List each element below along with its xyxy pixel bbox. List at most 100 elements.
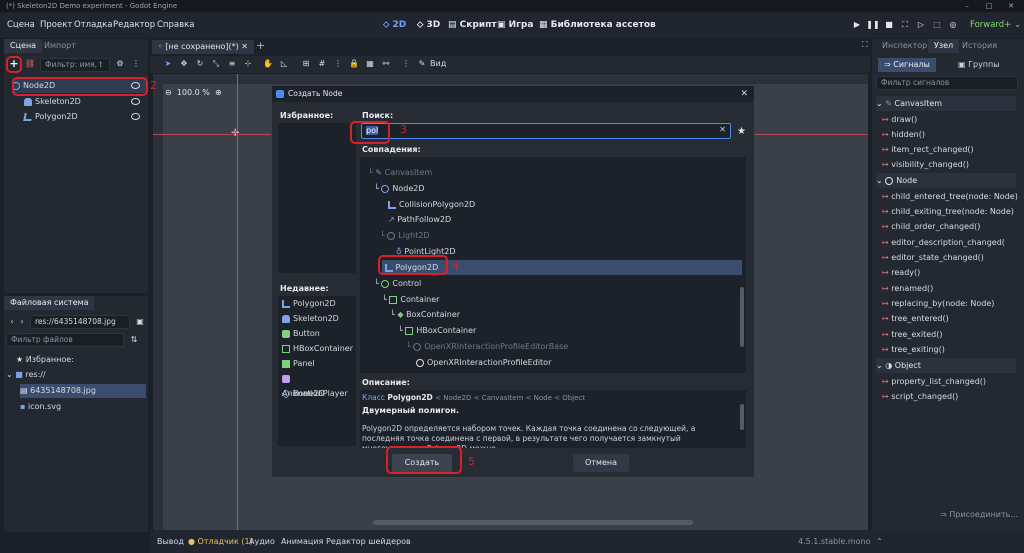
result-row[interactable]: └ ◆ BoxContainer <box>390 307 460 322</box>
connect-button[interactable]: ⇒ Присоединить... <box>872 505 1024 525</box>
tab-audio[interactable]: Аудио <box>249 530 275 553</box>
tab-history[interactable]: История <box>956 39 1003 53</box>
tab-animation[interactable]: Анимация <box>281 530 323 553</box>
scene-node-polygon2d[interactable]: Polygon2D <box>23 110 146 124</box>
favorites-row[interactable]: ★ Избранное: <box>16 353 74 367</box>
scene-node-skeleton2d[interactable]: Skeleton2D <box>24 95 146 109</box>
signal-item[interactable]: ↦ child_exiting_tree(node: Node) <box>882 204 1014 219</box>
distraction-free-icon[interactable]: ⛶ <box>862 40 868 50</box>
zoom-out-icon[interactable]: ⊖ <box>165 88 172 97</box>
renderer-select[interactable]: Forward+ ⌄ <box>970 12 1021 38</box>
scene-menu-icon[interactable]: ⋮ <box>130 58 142 70</box>
tab-inspector[interactable]: Инспектор <box>876 39 933 53</box>
menu-debug[interactable]: Отладка <box>74 12 113 38</box>
signal-item[interactable]: ↦ editor_description_changed( <box>882 235 1005 250</box>
scene-tab-current[interactable]: ◦ [не сохранено](*) ✕ <box>152 40 254 54</box>
pan-mode-icon[interactable]: ✋ <box>262 58 274 70</box>
split-mode-icon[interactable]: ▣ <box>134 316 146 328</box>
move-mode-icon[interactable]: ✥ <box>178 58 190 70</box>
sort-icon[interactable]: ⇅ <box>128 334 140 346</box>
signal-item[interactable]: ↦ child_entered_tree(node: Node) <box>882 189 1018 204</box>
search-input[interactable]: pol ✕ <box>361 123 731 139</box>
zoom-in-icon[interactable]: ⊕ <box>215 88 222 97</box>
attach-script-icon[interactable]: ⚙ <box>114 58 126 70</box>
signal-item[interactable]: ↦ property_list_changed() <box>882 374 986 389</box>
subtab-groups[interactable]: ▣ Группы <box>952 58 1006 72</box>
minimize-icon[interactable]: – <box>956 0 978 12</box>
signal-item[interactable]: ↦ hidden() <box>882 127 925 142</box>
signal-item[interactable]: ↦ renamed() <box>882 281 933 296</box>
recent-item-skeleton2d[interactable]: Skeleton2D <box>282 311 339 326</box>
result-row[interactable]: CollisionPolygon2D <box>388 197 475 212</box>
signal-item[interactable]: ↦ item_rect_changed() <box>882 142 974 157</box>
signal-filter-input[interactable]: Фильтр сигналов <box>876 76 1018 90</box>
file-row-jpg[interactable]: ▤ 6435148708.jpg <box>20 384 146 398</box>
workspace-tab-script[interactable]: ▤ Скрипт <box>448 17 497 33</box>
clear-search-icon[interactable]: ✕ <box>719 125 726 134</box>
recent-item-bone2d[interactable]: Bone2D <box>281 386 325 401</box>
tab-output[interactable]: Вывод <box>157 530 184 553</box>
result-row[interactable]: └ Container <box>382 292 439 307</box>
list-select-icon[interactable]: ≡ <box>226 58 238 70</box>
zoom-level[interactable]: 100.0 % <box>177 88 210 97</box>
panel-expand-icon[interactable]: ⌃ <box>876 530 883 553</box>
view-menu[interactable]: Вид <box>430 58 446 70</box>
close-window-icon[interactable]: ✕ <box>1000 0 1022 12</box>
signal-item[interactable]: ↦ editor_state_changed() <box>882 250 984 265</box>
result-row[interactable]: └ HBoxContainer <box>398 323 476 338</box>
remote-debug-icon[interactable]: ⛶ <box>898 18 912 32</box>
workspace-tab-3d[interactable]: ⬦ 3D <box>417 17 440 33</box>
menu-scene[interactable]: Сцена <box>7 12 35 38</box>
bone-icon[interactable]: ⚯ <box>380 58 392 70</box>
scene-filter-input[interactable]: Фильтр: имя, t <box>40 58 110 72</box>
tab-debugger[interactable]: ● Отладчик (1) <box>188 530 253 553</box>
workspace-tab-2d[interactable]: ⬦ 2D <box>383 17 406 33</box>
description-scrollbar[interactable] <box>740 404 744 430</box>
ruler-mode-icon[interactable]: ◺ <box>278 58 290 70</box>
bone-edit-icon[interactable]: ✎ <box>416 58 428 70</box>
signal-item[interactable]: ↦ child_order_changed() <box>882 219 980 234</box>
visibility-eye-icon[interactable] <box>131 113 140 120</box>
favorite-star-icon[interactable]: ★ <box>737 126 746 137</box>
cancel-button[interactable]: Отмена <box>573 454 629 472</box>
tab-filesystem[interactable]: Файловая система <box>4 296 95 310</box>
filesystem-path-input[interactable]: res://6435148708.jpg <box>30 315 130 329</box>
signal-group-node[interactable]: ⌄ Node <box>876 173 1016 188</box>
scale-mode-icon[interactable]: ⤡ <box>210 58 222 70</box>
signal-item[interactable]: ↦ script_changed() <box>882 389 958 404</box>
file-row-svg[interactable]: ▪ icon.svg <box>20 400 61 414</box>
visibility-eye-icon[interactable] <box>131 98 140 105</box>
result-row[interactable]: └ ✎ CanvasItem <box>368 165 432 180</box>
recent-item-animationplayer[interactable]: AnimationPlayer <box>282 371 356 398</box>
signal-item[interactable]: ↦ visibility_changed() <box>882 157 969 172</box>
play-icon[interactable]: ▶ <box>850 18 864 32</box>
select-mode-icon[interactable]: ➤ <box>162 58 174 70</box>
matches-scrollbar[interactable] <box>740 287 744 347</box>
signal-group-object[interactable]: ⌄ ◑ Object <box>876 358 1016 373</box>
signal-group-canvasitem[interactable]: ⌄ ✎ CanvasItem <box>876 96 1016 111</box>
favorites-list[interactable] <box>278 123 356 273</box>
movie-maker-icon[interactable]: ◎ <box>946 18 960 32</box>
subtab-signals[interactable]: ⇒ Сигналы <box>878 58 936 72</box>
signal-item[interactable]: ↦ draw() <box>882 112 917 127</box>
recent-item-button[interactable]: Button <box>282 326 320 341</box>
horizontal-scrollbar[interactable] <box>373 520 693 525</box>
workspace-tab-game[interactable]: ▣ Игра <box>497 17 533 33</box>
result-row[interactable]: └ Node2D <box>374 181 425 196</box>
instance-scene-icon[interactable]: ⛓ <box>24 58 36 70</box>
signal-item[interactable]: ↦ ready() <box>882 265 920 280</box>
tab-node[interactable]: Узел <box>928 39 960 53</box>
recent-item-hboxcontainer[interactable]: HBoxContainer <box>282 341 353 356</box>
pause-icon[interactable]: ❚❚ <box>866 18 880 32</box>
dialog-close-icon[interactable]: ✕ <box>740 86 748 102</box>
signal-item[interactable]: ↦ replacing_by(node: Node) <box>882 296 994 311</box>
res-root-row[interactable]: ⌄ ■ res:// <box>6 368 46 382</box>
snap-options-icon[interactable]: ⋮ <box>332 58 344 70</box>
play-custom-icon[interactable]: ⬚ <box>930 18 944 32</box>
menu-help[interactable]: Справка <box>157 12 194 38</box>
bone-options-icon[interactable]: ⋮ <box>400 58 412 70</box>
group-icon[interactable]: ▦ <box>364 58 376 70</box>
result-row[interactable]: └ Light2D <box>380 228 430 243</box>
signal-item[interactable]: ↦ tree_exited() <box>882 327 942 342</box>
signal-item[interactable]: ↦ tree_exiting() <box>882 342 945 357</box>
